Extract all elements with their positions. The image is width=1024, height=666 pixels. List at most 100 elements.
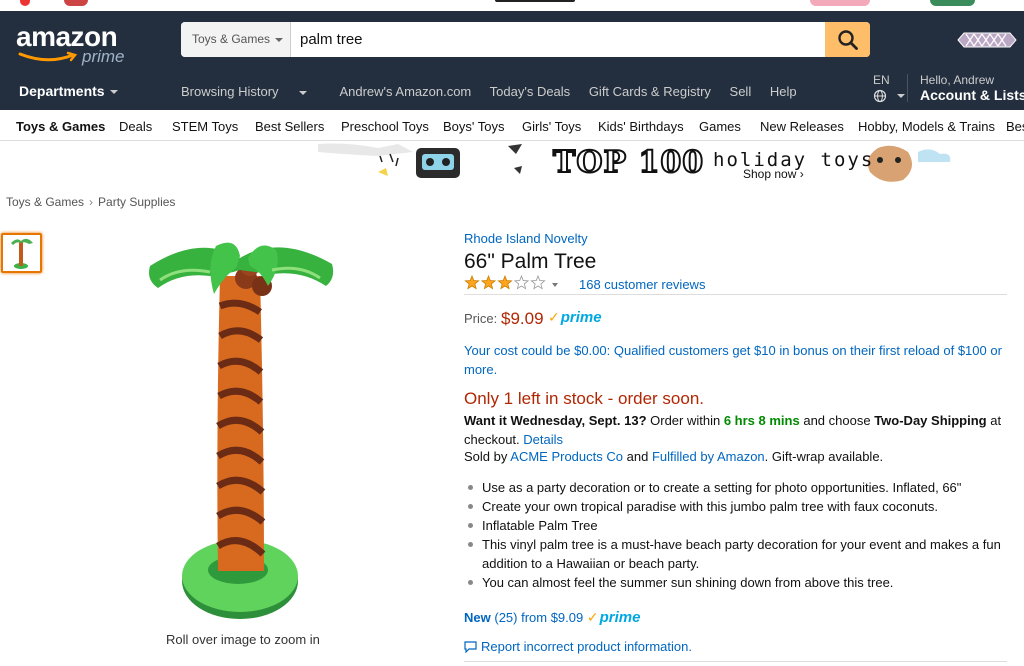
logo-prime-text: prime <box>82 47 125 66</box>
nav-help[interactable]: Help <box>770 84 797 99</box>
subnav-stem-toys[interactable]: STEM Toys <box>172 119 238 134</box>
breadcrumb-toys-games[interactable]: Toys & Games <box>6 195 84 209</box>
delivery-date: Want it Wednesday, Sept. 13? <box>464 413 647 428</box>
star-empty-icon <box>513 275 530 290</box>
divider <box>464 661 1007 662</box>
nav-link-label: Browsing History <box>181 84 279 99</box>
subnav-new-releases[interactable]: New Releases <box>760 119 844 134</box>
nav-sell[interactable]: Sell <box>730 84 752 99</box>
prime-badge: ✓ prime <box>548 309 602 326</box>
sold-by-info: Sold by ACME Products Co and Fulfilled b… <box>464 449 1009 464</box>
search-bar: Toys & Games <box>181 22 870 57</box>
feature-bullet: Create your own tropical paradise with t… <box>466 497 1001 516</box>
feature-bullet: You can almost feel the summer sun shini… <box>466 573 1001 592</box>
chevron-down-icon[interactable] <box>897 94 905 98</box>
chevron-right-icon: › <box>89 195 94 209</box>
star-empty-icon <box>530 275 546 290</box>
holiday-toys-banner[interactable]: TOP 100 holiday toys Shop now › <box>318 142 964 187</box>
checkmark-icon: ✓ <box>586 609 599 625</box>
language-selector[interactable]: EN <box>873 73 890 87</box>
search-category-label: Toys & Games <box>192 32 271 46</box>
ad-fragment <box>930 0 975 6</box>
search-button[interactable] <box>825 22 870 57</box>
subnav-kids-birthdays[interactable]: Kids' Birthdays <box>598 119 684 134</box>
customer-reviews-link[interactable]: 168 customer reviews <box>579 277 705 292</box>
departments-label: Departments <box>19 83 105 99</box>
chevron-down-icon[interactable] <box>552 283 558 287</box>
search-input[interactable] <box>292 22 825 57</box>
divider <box>464 294 1007 295</box>
subnav-toys-games[interactable]: Toys & Games <box>16 119 105 134</box>
zoom-hint: Roll over image to zoom in <box>166 632 320 647</box>
ad-fragment <box>20 0 30 6</box>
subnav-deals[interactable]: Deals <box>119 119 152 134</box>
banner-headline: TOP 100 <box>552 144 705 181</box>
account-lists-menu[interactable]: Account & Lists <box>920 87 1024 103</box>
seller-link[interactable]: ACME Products Co <box>510 449 623 464</box>
search-icon <box>837 29 858 50</box>
new-offers-link[interactable]: New (25) from $9.09 ✓ prime <box>464 609 640 626</box>
nav-andrews-amazon[interactable]: Andrew's Amazon.com <box>339 84 471 99</box>
price-value: $9.09 <box>501 309 544 328</box>
nav-browsing-history[interactable]: Browsing History <box>181 84 322 99</box>
nav-todays-deals[interactable]: Today's Deals <box>490 84 571 99</box>
stock-status: Only 1 left in stock - order soon. <box>464 389 704 408</box>
product-title: 66" Palm Tree <box>464 250 597 273</box>
subnav-hobby-models-trains[interactable]: Hobby, Models & Trains <box>858 119 995 134</box>
new-offers-text: (25) from $9.09 <box>494 610 584 625</box>
checkmark-icon: ✓ <box>548 309 560 325</box>
speech-bubble-icon <box>464 640 477 653</box>
subnav-boys-toys[interactable]: Boys' Toys <box>443 119 505 134</box>
fulfilled-by-amazon-link[interactable]: Fulfilled by Amazon <box>652 449 765 464</box>
star-rating[interactable] <box>464 275 548 291</box>
promo-graphic-icon[interactable] <box>956 29 1018 51</box>
subnav-preschool-toys[interactable]: Preschool Toys <box>341 119 429 134</box>
choose-text: and choose <box>803 413 871 428</box>
order-within-text: Order within <box>650 413 721 428</box>
subnav-best-sellers[interactable]: Best Sellers <box>255 119 324 134</box>
main-product-image[interactable] <box>140 236 345 626</box>
promo-offer-link[interactable]: Your cost could be $0.00: Qualified cust… <box>464 341 1009 379</box>
divider <box>907 74 908 102</box>
globe-icon[interactable] <box>873 89 887 103</box>
star-filled-icon <box>464 275 480 290</box>
category-subnav: Toys & Games Deals STEM Toys Best Seller… <box>0 110 1024 141</box>
greeting-text: Hello, Andrew <box>920 73 995 87</box>
palm-tree-image <box>149 242 334 619</box>
chevron-down-icon <box>109 90 118 95</box>
star-filled-icon <box>480 275 497 290</box>
smile-arrow-icon <box>18 51 78 62</box>
amazon-prime-logo[interactable]: amazon prime <box>16 21 136 69</box>
top-ad-strip <box>0 0 1024 11</box>
ad-fragment <box>495 0 575 2</box>
feature-bullet: This vinyl palm tree is a must-have beac… <box>466 535 1001 573</box>
departments-menu[interactable]: Departments <box>19 83 118 99</box>
prime-badge: ✓ prime <box>587 609 641 626</box>
breadcrumb-party-supplies[interactable]: Party Supplies <box>98 195 175 209</box>
prime-label: prime <box>599 609 641 626</box>
shipping-method: Two-Day Shipping <box>874 413 987 428</box>
nav-gift-cards[interactable]: Gift Cards & Registry <box>589 84 711 99</box>
subnav-games[interactable]: Games <box>699 119 741 134</box>
product-thumbnail[interactable] <box>1 233 42 273</box>
report-label: Report incorrect product information. <box>481 639 692 654</box>
brand-link[interactable]: Rhode Island Novelty <box>464 231 588 246</box>
chevron-down-icon <box>298 90 307 95</box>
subnav-best[interactable]: Bes <box>1006 119 1024 134</box>
search-category-select[interactable]: Toys & Games <box>181 22 291 57</box>
feature-bullet: Inflatable Palm Tree <box>466 516 1001 535</box>
ad-fragment <box>64 0 88 6</box>
countdown-time: 6 hrs 8 mins <box>723 413 800 428</box>
feature-bullet: Use as a party decoration or to create a… <box>466 478 1001 497</box>
star-filled-icon <box>497 275 513 290</box>
main-nav: Departments Browsing History Andrew's Am… <box>0 73 1024 110</box>
star-rating-icon <box>464 275 546 290</box>
subnav-girls-toys[interactable]: Girls' Toys <box>522 119 581 134</box>
report-incorrect-info-link[interactable]: Report incorrect product information. <box>464 639 692 654</box>
palm-tree-thumbnail-image <box>11 238 33 269</box>
nav-links: Browsing History Andrew's Amazon.com Tod… <box>181 84 812 99</box>
details-link[interactable]: Details <box>523 432 563 447</box>
banner-shop-now-link[interactable]: Shop now › <box>743 167 804 181</box>
sold-by-prefix: Sold by <box>464 449 508 464</box>
breadcrumb: Toys & Games › Party Supplies <box>6 195 175 209</box>
